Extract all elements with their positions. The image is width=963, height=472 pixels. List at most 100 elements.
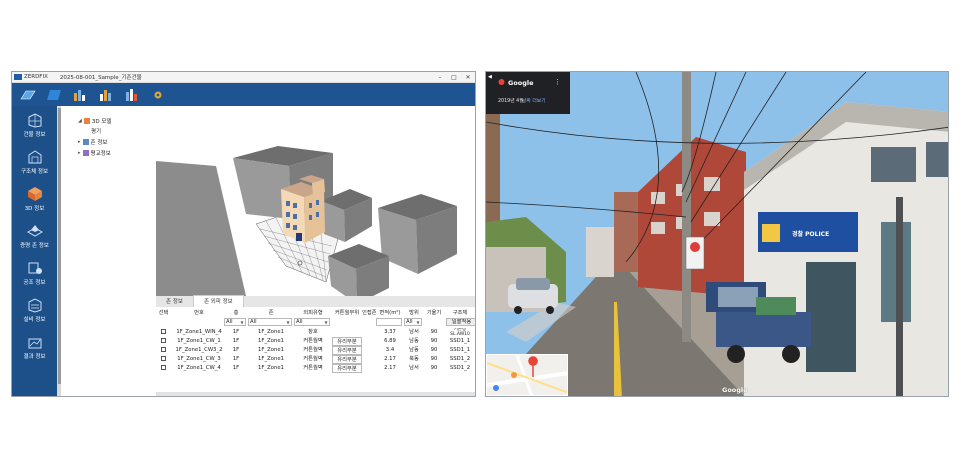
nav-label: 결과 정보: [23, 353, 46, 360]
chart-button-1[interactable]: [68, 85, 92, 104]
expand-arrow-icon[interactable]: ◢: [78, 118, 82, 124]
nav-zone-info[interactable]: 증명 존 정보: [12, 217, 57, 254]
table-row[interactable]: 1F_Zone1_WIN_4 1F 1F_Zone1 창호 3.37 남서 90 기본창 SL…: [156, 328, 475, 337]
nav-hvac-info[interactable]: 공조 정보: [12, 254, 57, 291]
bar-chart-icon: [126, 88, 137, 101]
checkbox-icon: [161, 347, 166, 352]
settings-icon: [154, 91, 162, 98]
row-checkbox[interactable]: [156, 355, 171, 364]
filter-value: All: [406, 319, 413, 325]
row-checkbox[interactable]: [156, 364, 171, 373]
col-floor: 층: [233, 310, 239, 316]
nav-label: 공조 정보: [23, 279, 46, 286]
maximize-button[interactable]: □: [447, 74, 461, 81]
building-icon: [28, 112, 41, 128]
surrounding-block-4: [328, 244, 389, 296]
left-navigation: 건물 정보 구조체 정보 3D 정보 증명 존 정보 공조 정보 설비 정보 결…: [12, 106, 57, 396]
table-cell: 1F_Zone1_CW_4: [177, 365, 221, 371]
tree-item-floor[interactable]: 평기: [91, 127, 101, 135]
table-cell[interactable]: 유리부분: [332, 364, 362, 373]
area-filter[interactable]: [376, 318, 402, 326]
filter-value: All: [226, 319, 233, 325]
minimize-button[interactable]: –: [433, 74, 447, 81]
mini-map[interactable]: [486, 354, 568, 396]
table-cell[interactable]: 유리부분: [332, 337, 362, 346]
3d-scene: [156, 146, 457, 296]
nav-3d-info[interactable]: 3D 정보: [12, 180, 57, 217]
result-icon: [28, 338, 41, 348]
settings-button[interactable]: [146, 85, 170, 104]
structure-icon: [28, 149, 41, 163]
expand-arrow-icon[interactable]: ▸: [78, 150, 81, 156]
google-watermark: Google: [722, 386, 748, 394]
map-pin-icon: [498, 79, 505, 85]
table-horizontal-scrollbar[interactable]: [156, 392, 475, 396]
table-cell[interactable]: 유리부분: [332, 355, 362, 364]
table-row[interactable]: 1F_Zone1_CW3_2 1F 1F_Zone1 커튼월벽 유리부분 3.4 남동 90 S…: [156, 346, 475, 355]
tab-zone-info[interactable]: 존 정보: [156, 296, 193, 307]
ground-shape: [156, 161, 246, 296]
tree-item-zone[interactable]: ▸ 존 정보: [78, 138, 107, 146]
table-cell: 북동: [409, 356, 419, 362]
checkbox-icon: [161, 329, 166, 334]
col-area: 면적(m²): [379, 310, 401, 316]
table-cell: 1F_Zone1_CW3_2: [175, 347, 223, 353]
table-cell: 90: [430, 329, 438, 335]
3d-viewport[interactable]: [156, 106, 475, 296]
row-checkbox[interactable]: [156, 328, 171, 337]
model-tree: ◢ 3D 모델 평기 ▸ 존 정보 ▸ 평교정보: [62, 106, 155, 396]
scroll-thumb[interactable]: [57, 108, 61, 384]
zone-envelope-panel: 존 정보 존 외피 정보 선택 번호 층 존 외피유형 커튼월부위 인접존 면적…: [156, 295, 475, 396]
table-cell: 3.37: [384, 329, 396, 335]
slab-button[interactable]: [42, 85, 66, 104]
table-cell: 1F: [232, 338, 240, 344]
tab-zone-envelope-info[interactable]: 존 외피 정보: [192, 295, 244, 307]
table-cell: 1F_Zone1: [258, 347, 284, 353]
table-cell: 커튼월벽: [303, 338, 323, 344]
app-name: ZERDFIX: [24, 74, 48, 80]
chart-button-2[interactable]: [94, 85, 118, 104]
floor-filter[interactable]: All ▼: [224, 318, 246, 326]
cube-icon: [27, 186, 42, 201]
zone-icon: [26, 224, 43, 237]
table-row[interactable]: 1F_Zone1_CW_4 1F 1F_Zone1 커튼월벽 유리부분 2.17 남서 90 S…: [156, 364, 475, 373]
expand-arrow-icon[interactable]: ▸: [78, 139, 81, 145]
street-view-panel[interactable]: ◀ Google ⋮ 2019년 4월 날짜 더보기 경찰 POLICE Goo…: [485, 71, 949, 397]
envelope-type-filter[interactable]: All ▼: [294, 318, 330, 326]
close-button[interactable]: ✕: [461, 74, 475, 81]
chevron-down-icon: ▼: [240, 320, 244, 325]
table-cell: 90: [430, 347, 438, 353]
apply-all-button[interactable]: 일괄적용: [446, 318, 475, 326]
back-arrow-icon[interactable]: ◀: [488, 74, 492, 80]
table-cell: [362, 364, 376, 373]
more-options-icon[interactable]: ⋮: [554, 78, 561, 86]
floor-view-button[interactable]: [16, 85, 40, 104]
col-curtainwall-part: 커튼월부위: [334, 310, 360, 316]
mini-map-graphic: [487, 355, 567, 395]
tree-item-floorplan[interactable]: ▸ 평교정보: [78, 149, 111, 157]
nav-label: 3D 정보: [24, 205, 45, 212]
slab-icon: [47, 89, 61, 100]
table-cell[interactable]: [332, 328, 362, 337]
table-row[interactable]: 1F_Zone1_CW_1 1F 1F_Zone1 커튼월벽 유리부분 6.89 남동 90 S…: [156, 337, 475, 346]
row-checkbox[interactable]: [156, 346, 171, 355]
nav-structure-info[interactable]: 구조체 정보: [12, 143, 57, 180]
table-cell[interactable]: 유리부분: [332, 346, 362, 355]
tree-item-label: 평교정보: [90, 151, 111, 157]
nav-result-info[interactable]: 결과 정보: [12, 328, 57, 365]
zerdfix-window: ZERDFIX 2025-08-001_Sample_기존건물 – □ ✕ 건물…: [11, 71, 476, 397]
zone-filter[interactable]: All ▼: [248, 318, 292, 326]
nav-label: 증명 존 정보: [20, 242, 49, 249]
nav-scrollbar[interactable]: [57, 106, 61, 396]
table-row[interactable]: 1F_Zone1_CW_3 1F 1F_Zone1 커튼월벽 유리부분 2.17 북동 90 S…: [156, 355, 475, 364]
tree-item-3d-model[interactable]: ◢ 3D 모델: [78, 117, 111, 125]
nav-building-info[interactable]: 건물 정보: [12, 106, 57, 143]
col-orientation: 방위: [409, 310, 419, 316]
nav-equipment-info[interactable]: 설비 정보: [12, 291, 57, 328]
orientation-filter[interactable]: All ▼: [404, 318, 422, 326]
row-checkbox[interactable]: [156, 337, 171, 346]
table-cell: 2.17: [384, 365, 396, 371]
chart-button-3[interactable]: [120, 85, 144, 104]
table-cell: 1F_Zone1: [258, 329, 284, 335]
more-dates-link[interactable]: 날짜 더보기: [522, 97, 546, 104]
